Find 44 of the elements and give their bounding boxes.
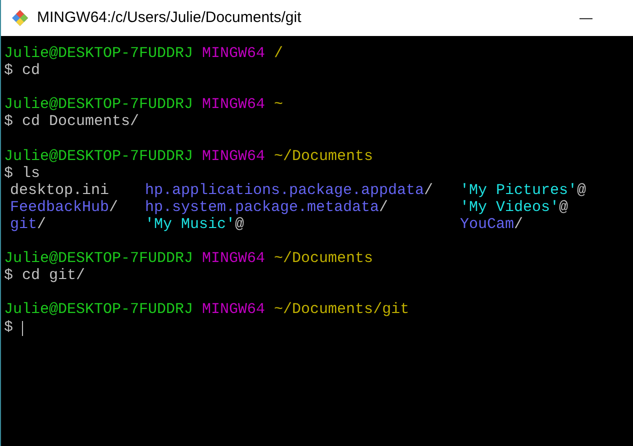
prompt-symbol: $ xyxy=(4,318,14,336)
command-text: ls xyxy=(22,164,40,182)
prompt-user-host: Julie@DESKTOP-7FUDDRJ xyxy=(4,301,194,318)
prompt-system: MINGW64 xyxy=(202,250,266,268)
type-suffix: / xyxy=(109,198,118,216)
prompt-system: MINGW64 xyxy=(202,96,266,114)
git-logo-icon xyxy=(11,9,29,27)
minimize-button[interactable]: — xyxy=(563,0,609,36)
prompt-path: ~/Documents xyxy=(274,148,374,165)
prompt-symbol: $ xyxy=(4,267,14,284)
file-name: 'My Videos' xyxy=(460,198,560,216)
prompt-symbol: $ xyxy=(4,62,14,80)
command-text: cd git/ xyxy=(22,267,86,284)
file-name: 'My Pictures' xyxy=(460,182,578,199)
prompt-system: MINGW64 xyxy=(202,148,266,165)
prompt-user-host: Julie@DESKTOP-7FUDDRJ xyxy=(4,148,194,165)
prompt-symbol: $ xyxy=(4,164,14,182)
prompt-user-host: Julie@DESKTOP-7FUDDRJ xyxy=(4,96,194,114)
command-text: cd xyxy=(22,62,40,80)
window-title: MINGW64:/c/Users/Julie/Documents/git xyxy=(37,8,302,28)
type-suffix: / xyxy=(424,182,434,199)
prompt-path: ~/Documents/git xyxy=(274,301,410,318)
prompt-path: ~ xyxy=(274,96,284,114)
file-name: desktop.ini xyxy=(10,182,110,199)
type-suffix: / xyxy=(37,216,46,234)
type-suffix: @ xyxy=(577,182,586,199)
file-name: FeedbackHub xyxy=(10,198,110,216)
type-suffix: @ xyxy=(235,216,244,234)
command-text: cd Documents/ xyxy=(22,113,140,130)
type-suffix: / xyxy=(514,216,524,234)
prompt-system: MINGW64 xyxy=(202,45,266,62)
type-suffix: @ xyxy=(559,198,568,216)
file-name: YouCam xyxy=(460,216,514,234)
prompt-path: ~/Documents xyxy=(274,250,374,268)
file-name: git xyxy=(10,216,38,234)
file-name: hp.system.package.metadata xyxy=(145,198,380,216)
prompt-user-host: Julie@DESKTOP-7FUDDRJ xyxy=(4,250,194,268)
file-name: 'My Music' xyxy=(145,216,236,234)
prompt-symbol: $ xyxy=(4,113,14,130)
prompt-system: MINGW64 xyxy=(202,301,266,318)
file-name: hp.applications.package.appdata xyxy=(145,182,424,199)
type-suffix: / xyxy=(379,198,388,216)
prompt-path: / xyxy=(274,45,284,62)
prompt-user-host: Julie@DESKTOP-7FUDDRJ xyxy=(4,45,194,62)
